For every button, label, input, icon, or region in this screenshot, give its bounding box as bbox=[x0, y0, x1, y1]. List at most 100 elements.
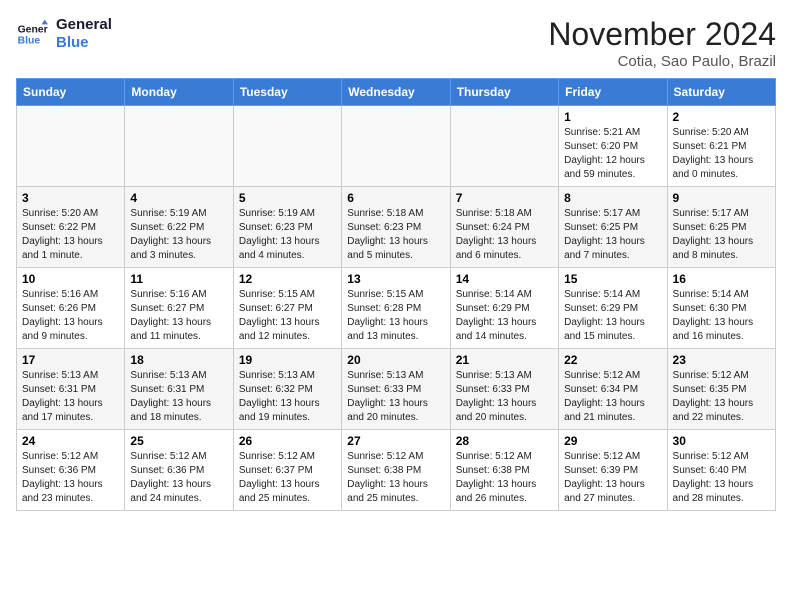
calendar-cell: 2Sunrise: 5:20 AM Sunset: 6:21 PM Daylig… bbox=[667, 106, 775, 187]
calendar-cell: 7 Sunrise: 5:18 AM Sunset: 6:24 PM Daylig… bbox=[450, 187, 558, 268]
calendar-cell: 13 Sunrise: 5:15 AM Sunset: 6:28 PM Dayli… bbox=[342, 268, 450, 349]
day-number: 20 bbox=[347, 353, 444, 367]
day-info: Sunrise: 5:15 AM Sunset: 6:28 PM Dayligh… bbox=[347, 288, 444, 344]
calendar-cell: 22 Sunrise: 5:12 AM Sunset: 6:34 PM Dayli… bbox=[559, 349, 667, 430]
day-number: 1 bbox=[564, 110, 661, 124]
calendar-cell: 23 Sunrise: 5:12 AM Sunset: 6:35 PM Dayli… bbox=[667, 349, 775, 430]
logo-line1: General bbox=[56, 16, 112, 34]
calendar-cell bbox=[450, 106, 558, 187]
calendar-cell: 12 Sunrise: 5:15 AM Sunset: 6:27 PM Dayli… bbox=[233, 268, 341, 349]
logo: General Blue General Blue bbox=[16, 16, 112, 52]
day-number: 18 bbox=[130, 353, 227, 367]
day-number: 16 bbox=[673, 272, 770, 286]
day-info: Sunrise: 5:12 AM Sunset: 6:36 PM Dayligh… bbox=[130, 450, 227, 506]
day-info: Sunrise: 5:18 AM Sunset: 6:23 PM Dayligh… bbox=[347, 207, 444, 263]
location: Cotia, Sao Paulo, Brazil bbox=[548, 53, 776, 70]
day-number: 11 bbox=[130, 272, 227, 286]
calendar-cell: 25 Sunrise: 5:12 AM Sunset: 6:36 PM Dayli… bbox=[125, 430, 233, 511]
day-number: 22 bbox=[564, 353, 661, 367]
calendar-week-1: 1 Sunrise: 5:21 AM Sunset: 6:20 PM Daylig… bbox=[17, 106, 776, 187]
day-number: 17 bbox=[22, 353, 119, 367]
calendar-cell: 27Sunrise: 5:12 AM Sunset: 6:38 PM Dayli… bbox=[342, 430, 450, 511]
calendar-cell: 18 Sunrise: 5:13 AM Sunset: 6:31 PM Dayli… bbox=[125, 349, 233, 430]
day-number: 9 bbox=[673, 191, 770, 205]
calendar-cell: 30Sunrise: 5:12 AM Sunset: 6:40 PM Dayli… bbox=[667, 430, 775, 511]
weekday-header-tuesday: Tuesday bbox=[233, 79, 341, 106]
calendar-cell: 3 Sunrise: 5:20 AM Sunset: 6:22 PM Daylig… bbox=[17, 187, 125, 268]
calendar-cell: 1 Sunrise: 5:21 AM Sunset: 6:20 PM Daylig… bbox=[559, 106, 667, 187]
calendar-cell: 4 Sunrise: 5:19 AM Sunset: 6:22 PM Daylig… bbox=[125, 187, 233, 268]
day-info: Sunrise: 5:12 AM Sunset: 6:38 PM Dayligh… bbox=[456, 450, 553, 506]
day-info: Sunrise: 5:12 AM Sunset: 6:38 PM Dayligh… bbox=[347, 450, 444, 506]
day-info: Sunrise: 5:12 AM Sunset: 6:39 PM Dayligh… bbox=[564, 450, 661, 506]
day-number: 8 bbox=[564, 191, 661, 205]
day-info: Sunrise: 5:13 AM Sunset: 6:33 PM Dayligh… bbox=[456, 369, 553, 425]
day-number: 4 bbox=[130, 191, 227, 205]
day-info: Sunrise: 5:12 AM Sunset: 6:35 PM Dayligh… bbox=[673, 369, 770, 425]
calendar-cell: 29Sunrise: 5:12 AM Sunset: 6:39 PM Dayli… bbox=[559, 430, 667, 511]
day-info: Sunrise: 5:13 AM Sunset: 6:31 PM Dayligh… bbox=[130, 369, 227, 425]
day-number: 25 bbox=[130, 434, 227, 448]
day-info: Sunrise: 5:19 AM Sunset: 6:22 PM Dayligh… bbox=[130, 207, 227, 263]
calendar: SundayMondayTuesdayWednesdayThursdayFrid… bbox=[16, 78, 776, 511]
day-info: Sunrise: 5:20 AM Sunset: 6:21 PM Dayligh… bbox=[673, 126, 770, 182]
weekday-header-saturday: Saturday bbox=[667, 79, 775, 106]
day-number: 7 bbox=[456, 191, 553, 205]
calendar-cell: 16 Sunrise: 5:14 AM Sunset: 6:30 PM Dayli… bbox=[667, 268, 775, 349]
day-number: 5 bbox=[239, 191, 336, 205]
day-info: Sunrise: 5:13 AM Sunset: 6:33 PM Dayligh… bbox=[347, 369, 444, 425]
calendar-cell bbox=[17, 106, 125, 187]
weekday-header-thursday: Thursday bbox=[450, 79, 558, 106]
calendar-cell bbox=[233, 106, 341, 187]
title-block: November 2024 Cotia, Sao Paulo, Brazil bbox=[548, 16, 776, 70]
month-title: November 2024 bbox=[548, 16, 776, 53]
day-number: 3 bbox=[22, 191, 119, 205]
day-info: Sunrise: 5:16 AM Sunset: 6:26 PM Dayligh… bbox=[22, 288, 119, 344]
logo-icon: General Blue bbox=[16, 18, 48, 50]
day-number: 23 bbox=[673, 353, 770, 367]
day-info: Sunrise: 5:12 AM Sunset: 6:36 PM Dayligh… bbox=[22, 450, 119, 506]
day-number: 21 bbox=[456, 353, 553, 367]
day-info: Sunrise: 5:13 AM Sunset: 6:32 PM Dayligh… bbox=[239, 369, 336, 425]
day-number: 15 bbox=[564, 272, 661, 286]
calendar-week-4: 17 Sunrise: 5:13 AM Sunset: 6:31 PM Dayli… bbox=[17, 349, 776, 430]
calendar-cell: 19Sunrise: 5:13 AM Sunset: 6:32 PM Dayli… bbox=[233, 349, 341, 430]
day-info: Sunrise: 5:14 AM Sunset: 6:30 PM Dayligh… bbox=[673, 288, 770, 344]
calendar-week-2: 3 Sunrise: 5:20 AM Sunset: 6:22 PM Daylig… bbox=[17, 187, 776, 268]
calendar-cell: 28 Sunrise: 5:12 AM Sunset: 6:38 PM Dayli… bbox=[450, 430, 558, 511]
day-info: Sunrise: 5:17 AM Sunset: 6:25 PM Dayligh… bbox=[673, 207, 770, 263]
calendar-cell: 26 Sunrise: 5:12 AM Sunset: 6:37 PM Dayli… bbox=[233, 430, 341, 511]
page-header: General Blue General Blue November 2024 … bbox=[16, 16, 776, 70]
calendar-cell: 17 Sunrise: 5:13 AM Sunset: 6:31 PM Dayli… bbox=[17, 349, 125, 430]
day-number: 30 bbox=[673, 434, 770, 448]
calendar-cell: 10 Sunrise: 5:16 AM Sunset: 6:26 PM Dayli… bbox=[17, 268, 125, 349]
day-info: Sunrise: 5:12 AM Sunset: 6:34 PM Dayligh… bbox=[564, 369, 661, 425]
day-number: 12 bbox=[239, 272, 336, 286]
day-info: Sunrise: 5:21 AM Sunset: 6:20 PM Dayligh… bbox=[564, 126, 661, 182]
weekday-header-monday: Monday bbox=[125, 79, 233, 106]
day-info: Sunrise: 5:15 AM Sunset: 6:27 PM Dayligh… bbox=[239, 288, 336, 344]
day-number: 14 bbox=[456, 272, 553, 286]
logo-line2: Blue bbox=[56, 34, 112, 52]
calendar-cell: 6Sunrise: 5:18 AM Sunset: 6:23 PM Daylig… bbox=[342, 187, 450, 268]
calendar-cell: 8 Sunrise: 5:17 AM Sunset: 6:25 PM Daylig… bbox=[559, 187, 667, 268]
day-number: 24 bbox=[22, 434, 119, 448]
day-number: 13 bbox=[347, 272, 444, 286]
calendar-cell: 15Sunrise: 5:14 AM Sunset: 6:29 PM Dayli… bbox=[559, 268, 667, 349]
calendar-cell: 9 Sunrise: 5:17 AM Sunset: 6:25 PM Daylig… bbox=[667, 187, 775, 268]
day-info: Sunrise: 5:17 AM Sunset: 6:25 PM Dayligh… bbox=[564, 207, 661, 263]
calendar-week-5: 24 Sunrise: 5:12 AM Sunset: 6:36 PM Dayli… bbox=[17, 430, 776, 511]
weekday-header-friday: Friday bbox=[559, 79, 667, 106]
day-info: Sunrise: 5:20 AM Sunset: 6:22 PM Dayligh… bbox=[22, 207, 119, 263]
weekday-header-row: SundayMondayTuesdayWednesdayThursdayFrid… bbox=[17, 79, 776, 106]
day-number: 10 bbox=[22, 272, 119, 286]
day-info: Sunrise: 5:13 AM Sunset: 6:31 PM Dayligh… bbox=[22, 369, 119, 425]
calendar-cell: 11Sunrise: 5:16 AM Sunset: 6:27 PM Dayli… bbox=[125, 268, 233, 349]
day-info: Sunrise: 5:18 AM Sunset: 6:24 PM Dayligh… bbox=[456, 207, 553, 263]
day-number: 26 bbox=[239, 434, 336, 448]
day-number: 28 bbox=[456, 434, 553, 448]
day-info: Sunrise: 5:12 AM Sunset: 6:37 PM Dayligh… bbox=[239, 450, 336, 506]
calendar-cell: 5Sunrise: 5:19 AM Sunset: 6:23 PM Daylig… bbox=[233, 187, 341, 268]
calendar-cell: 20 Sunrise: 5:13 AM Sunset: 6:33 PM Dayli… bbox=[342, 349, 450, 430]
weekday-header-sunday: Sunday bbox=[17, 79, 125, 106]
